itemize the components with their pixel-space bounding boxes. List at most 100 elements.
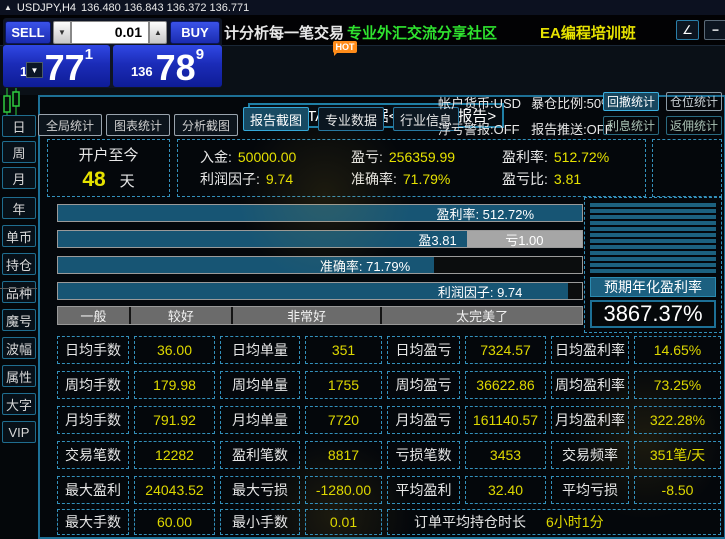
rating-segment-2: 非常好 bbox=[231, 307, 380, 324]
stat-value-cell: -8.50 bbox=[634, 476, 721, 504]
stat-label-cell: 盈利笔数 bbox=[220, 441, 300, 469]
table-row-3: 交易笔数12282盈利笔数8817亏损笔数3453交易频率351笔/天 bbox=[57, 441, 721, 469]
sidebar-item-8[interactable]: 波幅 bbox=[2, 337, 36, 359]
buy-price-sup: 9 bbox=[196, 46, 204, 63]
stat-value-cell: 351 bbox=[305, 336, 382, 364]
symbol-timeframe: USDJPY,H4 bbox=[17, 2, 76, 14]
stat-label-cell: 平均亏损 bbox=[551, 476, 629, 504]
quote-dropdown-button[interactable]: ▼ bbox=[26, 62, 43, 78]
table-row-0: 日均手数36.00日均单量351日均盈亏7324.57日均盈利率14.65% bbox=[57, 336, 721, 364]
stat-value-cell: 179.98 bbox=[134, 371, 215, 399]
stat-label-cell: 月均盈亏 bbox=[387, 406, 460, 434]
volume-input[interactable]: 0.01 bbox=[71, 21, 149, 44]
stat-value-cell: -1280.00 bbox=[305, 476, 382, 504]
symbol-marker-icon: ▲ bbox=[4, 3, 12, 12]
training-link[interactable]: EA编程培训班 bbox=[540, 22, 636, 43]
stat-win-loss-ratio: 盈亏比:3.81 bbox=[502, 168, 645, 190]
hidden-buttons-row: 全局统计图表统计分析截图 bbox=[38, 114, 238, 136]
stat-value-cell: 791.92 bbox=[134, 406, 215, 434]
sidebar-item-6[interactable]: 品种 bbox=[2, 281, 36, 303]
chart-title-bar: ▲ USDJPY,H4 136.480 136.843 136.372 136.… bbox=[0, 0, 725, 15]
stat-value-cell: 73.25% bbox=[634, 371, 721, 399]
performance-bar-1: 盈3.81亏1.00 bbox=[57, 230, 583, 248]
stripe bbox=[590, 239, 716, 243]
sell-button[interactable]: SELL bbox=[5, 21, 51, 44]
holding-time-value: 6小时1分 bbox=[546, 512, 604, 532]
sidebar-item-4[interactable]: 单币 bbox=[2, 225, 36, 247]
minimize-icon: − bbox=[712, 23, 719, 37]
account-info-item-2: 浮亏警报:OFF bbox=[438, 119, 521, 138]
stat-button-1[interactable]: 仓位统计 bbox=[666, 92, 722, 111]
stat-value-cell: 1755 bbox=[305, 371, 382, 399]
annual-rate-value: 3867.37% bbox=[590, 300, 716, 328]
toolbar-button-1[interactable]: 专业数据 bbox=[318, 107, 384, 131]
marquee-text: 计分析每一笔交易 bbox=[224, 22, 344, 43]
stripe bbox=[590, 269, 716, 273]
minimize-button[interactable]: − bbox=[704, 20, 725, 40]
volume-down-button[interactable]: ▼ bbox=[53, 21, 71, 44]
stat-value-cell: 60.00 bbox=[134, 509, 215, 535]
performance-bar-2: 准确率: 71.79% bbox=[57, 256, 583, 274]
toolbar-hidden-button-1[interactable]: 图表统计 bbox=[106, 114, 170, 136]
sidebar-item-3[interactable]: 年 bbox=[2, 197, 36, 219]
stat-label-cell: 周均单量 bbox=[220, 371, 300, 399]
sidebar-item-9[interactable]: 属性 bbox=[2, 365, 36, 387]
bar-win-segment: 盈3.81 bbox=[58, 231, 467, 247]
performance-bar-3: 利润因子: 9.74 bbox=[57, 282, 583, 300]
sidebar-separator bbox=[0, 288, 37, 289]
buy-price-big: 78 bbox=[156, 53, 196, 83]
holding-time-label: 订单平均持仓时长 bbox=[414, 512, 526, 532]
app-window: ▲ USDJPY,H4 136.480 136.843 136.372 136.… bbox=[0, 0, 725, 539]
account-info-item-3: 报告推送:OFF bbox=[531, 119, 613, 138]
stripe bbox=[590, 263, 716, 267]
stat-value-cell: 36.00 bbox=[134, 336, 215, 364]
table-row-2: 月均手数791.92月均单量7720月均盈亏161140.57月均盈利率322.… bbox=[57, 406, 721, 434]
buy-button[interactable]: BUY bbox=[170, 21, 220, 44]
bar-loss-segment: 亏1.00 bbox=[467, 231, 582, 247]
sidebar-item-1[interactable]: 周 bbox=[2, 141, 36, 163]
stat-label-cell: 最大盈利 bbox=[57, 476, 129, 504]
account-info: 帐户货币:USD暴仓比例:50%浮亏警报:OFF报告推送:OFF bbox=[438, 93, 613, 138]
hot-badge: HOT bbox=[333, 41, 357, 53]
account-age-unit: 天 bbox=[120, 170, 135, 191]
toolbar-hidden-button-0[interactable]: 全局统计 bbox=[38, 114, 102, 136]
stat-profit-rate: 盈利率:512.72% bbox=[502, 146, 645, 168]
sell-price[interactable]: 136 77 1 bbox=[3, 45, 110, 87]
buy-price[interactable]: 136 78 9 bbox=[113, 45, 222, 87]
draw-tool-button[interactable]: ∠ bbox=[676, 20, 699, 40]
rating-segment-0: 一般 bbox=[58, 307, 129, 324]
community-link[interactable]: 专业外汇交流分享社区 bbox=[347, 22, 497, 43]
stat-value-cell: 8817 bbox=[305, 441, 382, 469]
sell-price-sup: 1 bbox=[85, 46, 93, 63]
stat-button-0[interactable]: 回撤统计 bbox=[603, 92, 659, 111]
stat-value-cell: 3453 bbox=[465, 441, 546, 469]
sidebar-item-2[interactable]: 月 bbox=[2, 167, 36, 189]
sidebar-item-0[interactable]: 日 bbox=[2, 115, 36, 137]
sidebar-item-10[interactable]: 大字 bbox=[2, 393, 36, 415]
stat-label-cell: 月均手数 bbox=[57, 406, 129, 434]
sidebar-item-5[interactable]: 持仓 bbox=[2, 253, 36, 275]
stat-value-cell: 32.40 bbox=[465, 476, 546, 504]
holding-time-cell: 订单平均持仓时长 6小时1分 bbox=[387, 509, 721, 535]
sidebar-item-7[interactable]: 魔号 bbox=[2, 309, 36, 331]
stat-label-cell: 日均手数 bbox=[57, 336, 129, 364]
stat-value-cell: 24043.52 bbox=[134, 476, 215, 504]
toolbar-button-0[interactable]: 报告截图 bbox=[243, 107, 309, 131]
stat-accuracy: 准确率:71.79% bbox=[351, 168, 494, 190]
volume-up-button[interactable]: ▲ bbox=[149, 21, 167, 44]
stat-value-cell: 351笔/天 bbox=[634, 441, 721, 469]
stripe bbox=[590, 251, 716, 255]
stat-buttons-grid: 回撤统计仓位统计利息统计返佣统计 bbox=[603, 92, 722, 135]
summary-stats-box: 入金:50000.00 利润因子:9.74 盈亏:256359.99 准确率:7… bbox=[177, 139, 646, 197]
stripe bbox=[590, 209, 716, 213]
account-age-label: 开户至今 bbox=[78, 144, 138, 165]
sidebar-item-11[interactable]: VIP bbox=[2, 421, 36, 443]
stat-value-cell: 12282 bbox=[134, 441, 215, 469]
stat-label-cell: 亏损笔数 bbox=[387, 441, 460, 469]
toolbar-hidden-button-2[interactable]: 分析截图 bbox=[174, 114, 238, 136]
stat-label-cell: 交易频率 bbox=[551, 441, 629, 469]
buy-price-prefix: 136 bbox=[131, 64, 153, 79]
stat-button-2[interactable]: 利息统计 bbox=[603, 116, 659, 135]
stat-label-cell: 周均手数 bbox=[57, 371, 129, 399]
stat-button-3[interactable]: 返佣统计 bbox=[666, 116, 722, 135]
